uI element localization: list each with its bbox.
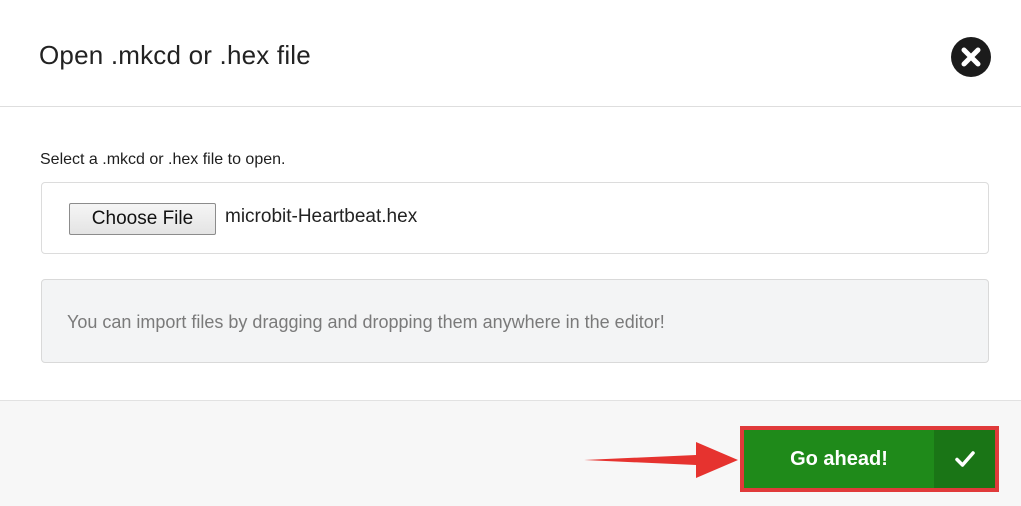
drag-drop-info-text: You can import files by dragging and dro… — [67, 312, 665, 332]
dialog-footer: Go ahead! — [0, 400, 1021, 506]
checkmark-icon — [954, 451, 975, 467]
drag-drop-info: You can import files by dragging and dro… — [41, 279, 989, 363]
file-input-container: Choose File microbit-Heartbeat.hex — [41, 182, 989, 254]
selected-file-name: microbit-Heartbeat.hex — [225, 206, 418, 227]
dialog-title: Open .mkcd or .hex file — [39, 40, 311, 70]
go-ahead-label: Go ahead! — [790, 448, 888, 470]
close-button[interactable] — [951, 37, 991, 77]
dialog-content: Select a .mkcd or .hex file to open. Cho… — [0, 108, 1021, 400]
choose-file-button[interactable]: Choose File — [69, 203, 216, 235]
red-arrow-icon — [584, 442, 738, 478]
go-ahead-check-area — [934, 430, 995, 488]
close-icon — [961, 47, 981, 67]
dialog-header: Open .mkcd or .hex file — [0, 0, 1021, 107]
open-file-dialog: Open .mkcd or .hex file Select a .mkcd o… — [0, 0, 1021, 506]
file-select-label: Select a .mkcd or .hex file to open. — [40, 151, 286, 168]
go-ahead-button[interactable]: Go ahead! — [740, 426, 999, 492]
